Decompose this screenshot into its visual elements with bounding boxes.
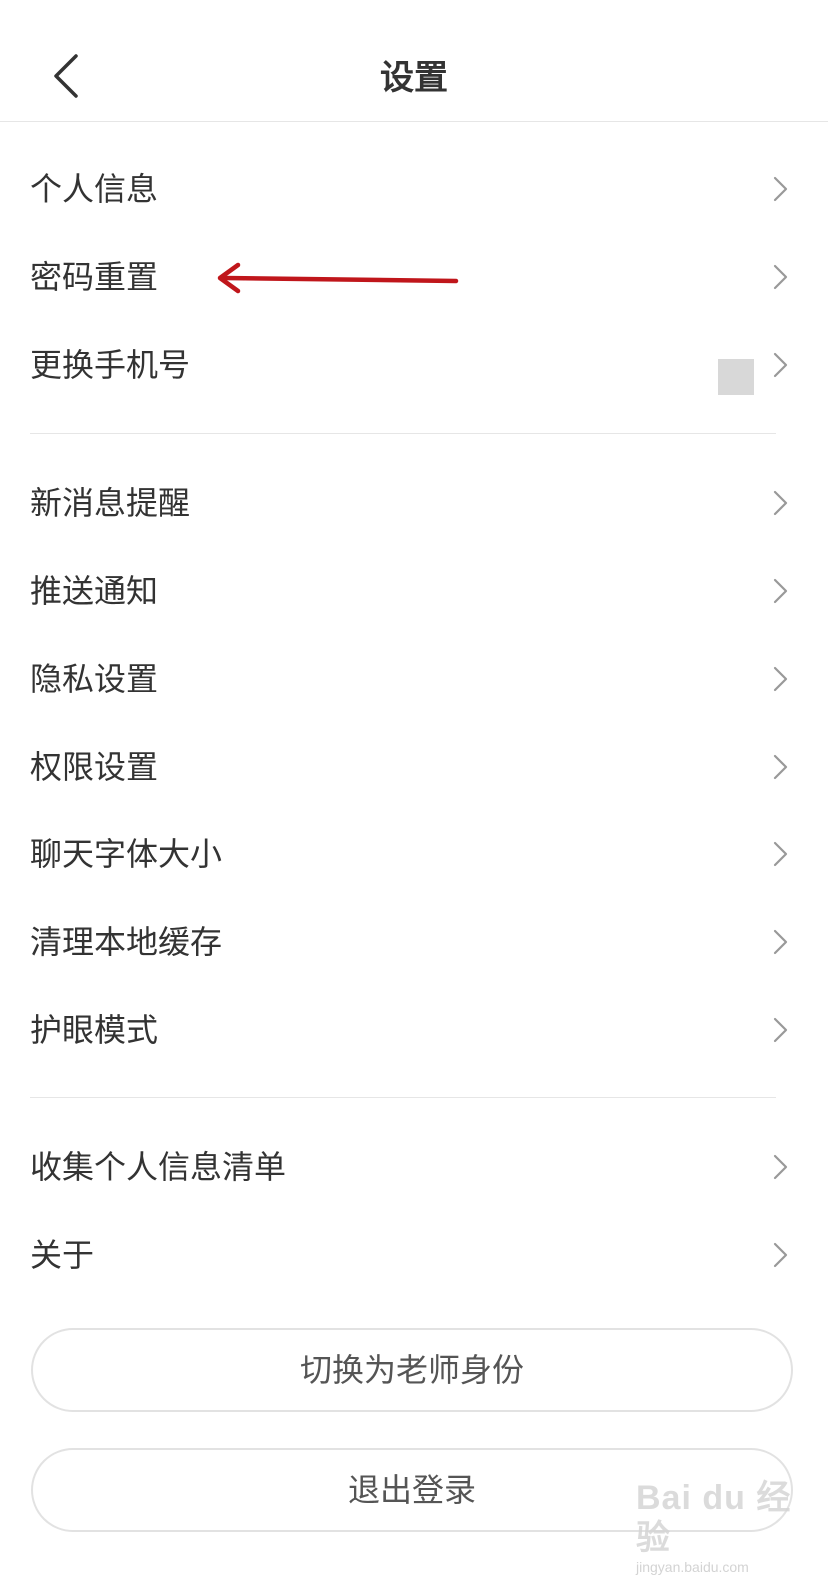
settings-item-label: 密码重置 xyxy=(30,258,159,296)
section-divider xyxy=(30,433,776,434)
settings-item-label: 更换手机号 xyxy=(30,346,191,384)
chevron-right-icon xyxy=(770,173,790,205)
settings-item-label: 权限设置 xyxy=(30,748,159,786)
watermark-url: jingyan.baidu.com xyxy=(636,1559,749,1575)
chevron-right-icon xyxy=(770,751,790,783)
settings-item-label: 关于 xyxy=(30,1236,95,1274)
chevron-right-icon xyxy=(770,349,790,381)
chevron-right-icon xyxy=(770,261,790,293)
settings-item-privacy[interactable]: 隐私设置 xyxy=(0,635,828,723)
settings-item-label: 隐私设置 xyxy=(30,660,159,698)
settings-item-label: 护眼模式 xyxy=(30,1011,159,1049)
settings-item-label: 收集个人信息清单 xyxy=(30,1148,287,1186)
settings-item-label: 推送通知 xyxy=(30,572,159,610)
settings-item-label: 新消息提醒 xyxy=(30,484,191,522)
page-title: 设置 xyxy=(380,58,448,98)
chevron-right-icon xyxy=(770,926,790,958)
settings-item-label: 清理本地缓存 xyxy=(30,923,223,961)
header-bar: 设置 xyxy=(0,0,828,122)
chevron-right-icon xyxy=(770,838,790,870)
chevron-right-icon xyxy=(770,1239,790,1271)
settings-item-about[interactable]: 关于 xyxy=(0,1211,828,1299)
redaction-block xyxy=(718,359,754,395)
settings-item-personal-info-list[interactable]: 收集个人信息清单 xyxy=(0,1123,828,1211)
section-divider xyxy=(30,1097,776,1098)
settings-item-permissions[interactable]: 权限设置 xyxy=(0,723,828,811)
settings-item-eye-protection[interactable]: 护眼模式 xyxy=(0,986,828,1074)
logout-button[interactable]: 退出登录 xyxy=(31,1448,793,1532)
settings-item-personal-info[interactable]: 个人信息 xyxy=(0,145,828,233)
chevron-right-icon xyxy=(770,663,790,695)
settings-item-password-reset[interactable]: 密码重置 xyxy=(0,233,828,321)
switch-to-teacher-button[interactable]: 切换为老师身份 xyxy=(31,1328,793,1412)
chevron-right-icon xyxy=(770,1151,790,1183)
chevron-right-icon xyxy=(770,487,790,519)
chevron-right-icon xyxy=(770,1014,790,1046)
chevron-right-icon xyxy=(770,575,790,607)
settings-item-label: 聊天字体大小 xyxy=(30,835,223,873)
settings-item-chat-font-size[interactable]: 聊天字体大小 xyxy=(0,810,828,898)
settings-item-change-phone[interactable]: 更换手机号 xyxy=(0,321,828,409)
settings-item-new-message-alert[interactable]: 新消息提醒 xyxy=(0,459,828,547)
settings-item-clear-cache[interactable]: 清理本地缓存 xyxy=(0,898,828,986)
settings-item-push-notification[interactable]: 推送通知 xyxy=(0,547,828,635)
settings-item-label: 个人信息 xyxy=(30,170,159,208)
